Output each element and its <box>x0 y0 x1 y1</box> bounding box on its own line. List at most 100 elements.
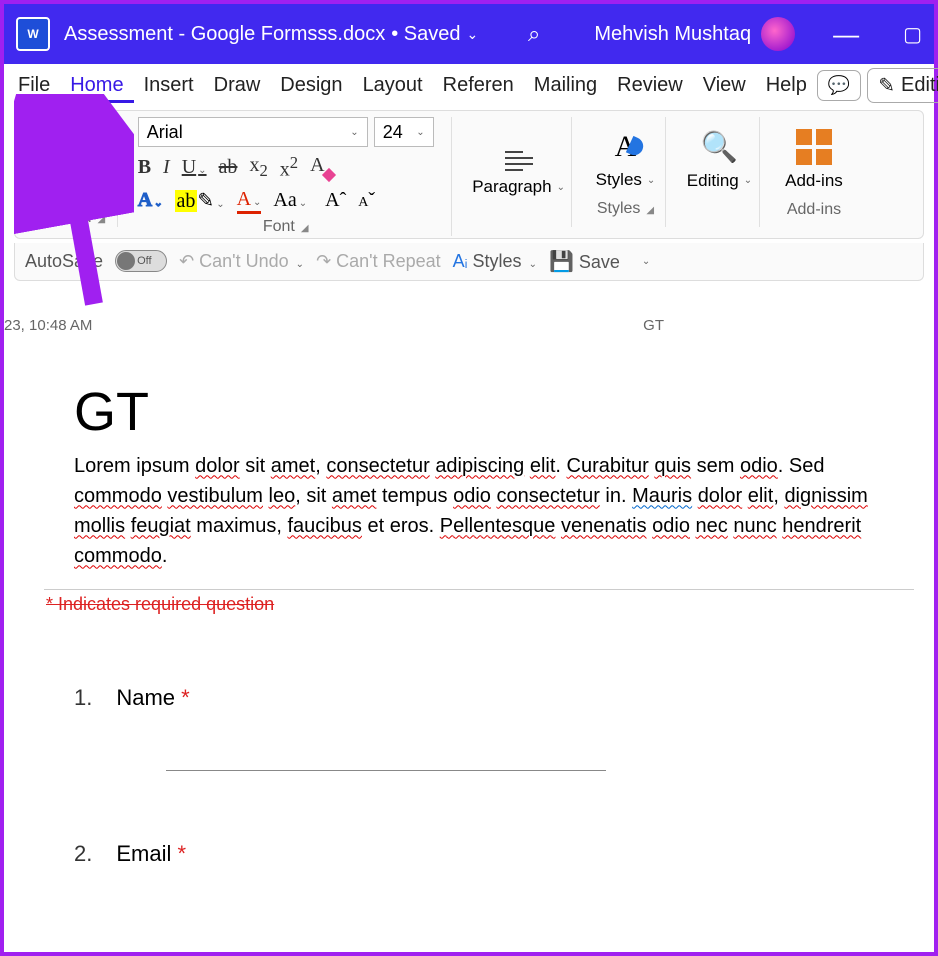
group-editing[interactable]: 🔍 Editing⌄ <box>680 117 760 227</box>
q2-number: 2. <box>74 841 92 867</box>
tab-home[interactable]: Home <box>60 68 133 103</box>
font-group-label: Font <box>263 218 295 235</box>
undo-label: Can't Undo <box>199 251 289 271</box>
tab-help[interactable]: Help <box>756 68 817 103</box>
cut-icon[interactable]: ✂ <box>76 118 99 139</box>
page-header-right: GT <box>643 317 664 334</box>
format-painter-icon[interactable]: 🖌 <box>76 166 99 187</box>
maximize-button[interactable]: ▢ <box>903 22 922 47</box>
addins-label: Add-ins <box>785 171 843 191</box>
document-canvas[interactable]: 23, 10:48 AM GT GT Lorem ipsum dolor sit… <box>4 281 934 899</box>
font-name-combo[interactable]: Arial⌄ <box>138 117 368 147</box>
tab-references[interactable]: Referen <box>433 68 524 103</box>
account-button[interactable]: Mehvish Mushtaq <box>594 17 795 51</box>
avatar <box>761 17 795 51</box>
save-label: Save <box>579 252 620 272</box>
separator-line <box>44 589 914 590</box>
document-body[interactable]: Lorem ipsum dolor sit amet, consectetur … <box>74 451 914 571</box>
highlight-button[interactable]: ab✎⌄ <box>175 188 225 213</box>
customize-qat-icon[interactable]: ⌄ <box>642 256 650 267</box>
shrink-font-button[interactable]: Aˇ <box>358 189 375 212</box>
grow-font-button[interactable]: Aˆ <box>325 189 346 212</box>
required-asterisk: * <box>178 841 187 866</box>
q1-answer-line[interactable] <box>166 731 606 771</box>
strikethrough-button[interactable]: ab <box>219 156 238 179</box>
pencil-icon: ✎ <box>878 73 895 98</box>
question-1[interactable]: 1. Name * <box>74 685 914 711</box>
editing-icon: 🔍 <box>701 130 738 165</box>
required-note[interactable]: * Indicates required question <box>46 594 914 615</box>
autosave-toggle[interactable]: Off <box>115 250 167 272</box>
paragraph-label: Paragraph <box>472 177 551 197</box>
editing-mode-label: Editing <box>901 74 938 97</box>
group-styles[interactable]: A Styles⌄ Styles◢ <box>586 117 666 227</box>
autosave-label: AutoSave <box>25 251 103 272</box>
dialog-launcher-icon[interactable]: ◢ <box>97 214 105 225</box>
addins-icon <box>796 129 832 165</box>
chevron-down-icon[interactable]: ⌄ <box>46 177 54 188</box>
paragraph-icon <box>505 151 533 171</box>
minimize-button[interactable]: — <box>833 19 859 50</box>
title-bar: W Assessment - Google Formsss.docx • Sav… <box>4 4 934 64</box>
font-size-value: 24 <box>383 122 403 143</box>
group-addins[interactable]: Add-ins Add-ins <box>774 117 854 227</box>
tab-insert[interactable]: Insert <box>134 68 204 103</box>
document-heading[interactable]: GT <box>74 381 914 443</box>
quick-access-toolbar: AutoSave Off ↶ Can't Undo ⌄ ↷ Can't Repe… <box>14 243 924 281</box>
tab-review[interactable]: Review <box>607 68 693 103</box>
dialog-launcher-icon[interactable]: ◢ <box>646 205 654 216</box>
clear-formatting-button[interactable] <box>310 156 332 178</box>
menu-bar: File Home Insert Draw Design Layout Refe… <box>4 64 934 106</box>
tab-draw[interactable]: Draw <box>204 68 271 103</box>
document-title[interactable]: Assessment - Google Formsss.docx • Saved… <box>64 23 478 46</box>
group-clipboard: Paste ⌄ ✂ ⧉ 🖌 Clipboard ◢ <box>23 117 118 227</box>
q1-label: Name <box>116 685 175 710</box>
styles-quick-label: Styles <box>473 251 522 271</box>
underline-button[interactable]: U⌄ <box>182 156 207 179</box>
q1-number: 1. <box>74 685 92 711</box>
undo-button[interactable]: ↶ Can't Undo ⌄ <box>179 251 304 272</box>
dialog-launcher-icon[interactable]: ◢ <box>301 223 309 234</box>
tab-view[interactable]: View <box>693 68 756 103</box>
font-name-value: Arial <box>147 122 183 143</box>
styles-label: Styles <box>596 170 642 190</box>
tab-file[interactable]: File <box>8 68 60 103</box>
tab-design[interactable]: Design <box>270 68 352 103</box>
doc-name: Assessment - Google Formsss.docx <box>64 23 385 46</box>
copy-icon[interactable]: ⧉ <box>76 142 99 163</box>
paste-icon[interactable] <box>34 117 66 157</box>
chevron-down-icon[interactable]: ⌄ <box>467 26 479 43</box>
subscript-button[interactable]: x2 <box>249 154 267 181</box>
styles-icon: A <box>615 130 637 164</box>
bold-button[interactable]: B <box>138 156 151 179</box>
required-asterisk: * <box>181 685 190 710</box>
q2-label: Email <box>116 841 171 866</box>
save-state: • Saved <box>391 23 460 46</box>
paste-label[interactable]: Paste <box>29 157 70 175</box>
styles-quick-button[interactable]: Aᵢ Styles ⌄ <box>453 251 537 272</box>
group-paragraph[interactable]: Paragraph⌄ <box>466 117 572 227</box>
autosave-state: Off <box>137 255 151 267</box>
save-button[interactable]: 💾 Save <box>549 249 620 274</box>
font-color-button[interactable]: A⌄ <box>237 188 262 214</box>
tab-layout[interactable]: Layout <box>353 68 433 103</box>
change-case-button[interactable]: Aa⌄ <box>273 189 307 212</box>
tab-mailings[interactable]: Mailing <box>524 68 607 103</box>
q2-answer-line[interactable] <box>166 887 606 899</box>
ribbon: Paste ⌄ ✂ ⧉ 🖌 Clipboard ◢ Arial⌄ 24⌄ B I U… <box>14 110 924 239</box>
italic-button[interactable]: I <box>163 156 170 179</box>
redo-button[interactable]: ↷ Can't Repeat <box>316 251 441 272</box>
group-font: Arial⌄ 24⌄ B I U⌄ ab x2 x2 A⌄ ab✎⌄ A⌄ Aa… <box>132 117 452 236</box>
search-icon[interactable]: ⌕ <box>528 21 540 47</box>
editing-mode-button[interactable]: ✎ Editing ⌄ <box>867 68 938 103</box>
question-2[interactable]: 2. Email * <box>74 841 914 867</box>
clipboard-group-label: Clipboard <box>23 209 91 226</box>
redo-label: Can't Repeat <box>336 251 441 271</box>
page-header-left: 23, 10:48 AM <box>4 317 92 334</box>
editing-label: Editing <box>687 171 739 191</box>
text-effects-button[interactable]: A⌄ <box>138 189 163 212</box>
font-size-combo[interactable]: 24⌄ <box>374 117 434 147</box>
addins-group-label: Add-ins <box>787 201 841 218</box>
superscript-button[interactable]: x2 <box>280 153 298 182</box>
comments-button[interactable]: 💬 <box>817 70 861 101</box>
